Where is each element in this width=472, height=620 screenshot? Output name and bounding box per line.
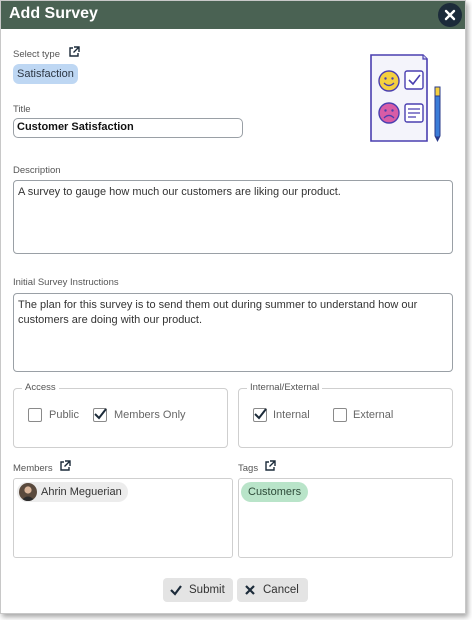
cancel-label: Cancel [263,584,299,596]
cancel-button[interactable]: Cancel [237,578,308,602]
survey-type-chip[interactable]: Satisfaction [13,64,78,84]
external-label: External [353,409,394,421]
internal-checkbox[interactable] [253,408,267,422]
x-icon [245,585,255,595]
instructions-textarea[interactable]: The plan for this survey is to send them… [13,293,453,372]
close-icon [444,9,456,21]
checkmark-icon [254,408,267,420]
public-label: Public [49,409,79,421]
access-fieldset: Access Public Members Only [13,382,228,448]
internal-label: Internal [273,409,310,421]
submit-label: Submit [189,584,225,596]
members-label: Members [13,463,53,474]
external-link-icon[interactable] [264,460,276,472]
dialog-title: Add Survey [9,5,98,22]
title-input[interactable]: Customer Satisfaction [13,118,243,138]
instructions-label: Initial Survey Instructions [13,277,119,288]
description-label: Description [13,165,61,176]
access-legend: Access [22,382,59,393]
external-link-icon[interactable] [59,460,71,472]
checkmark-icon [94,408,107,420]
tags-label: Tags [238,463,259,474]
close-button[interactable] [438,3,462,27]
avatar [19,483,37,501]
member-name: Ahrin Meguerian [41,486,122,498]
members-only-label: Members Only [114,409,186,421]
select-type-label: Select type [13,49,60,60]
members-only-checkbox[interactable] [93,408,107,422]
dialog-titlebar: Add Survey [1,1,465,29]
tag-chip[interactable]: Customers [241,482,309,502]
internal-external-fieldset: Internal/External Internal External [238,382,453,448]
internal-external-legend: Internal/External [247,382,323,393]
check-icon [170,585,182,596]
submit-button[interactable]: Submit [163,578,233,602]
add-survey-dialog: Add Survey Select type Satisfaction Titl… [0,0,466,614]
survey-illustration [370,54,441,142]
description-textarea[interactable]: A survey to gauge how much our customers… [13,180,453,254]
title-label: Title [13,104,31,115]
member-chip[interactable]: Ahrin Meguerian [17,482,128,502]
public-checkbox[interactable] [28,408,42,422]
external-checkbox[interactable] [333,408,347,422]
external-link-icon[interactable] [68,46,80,58]
